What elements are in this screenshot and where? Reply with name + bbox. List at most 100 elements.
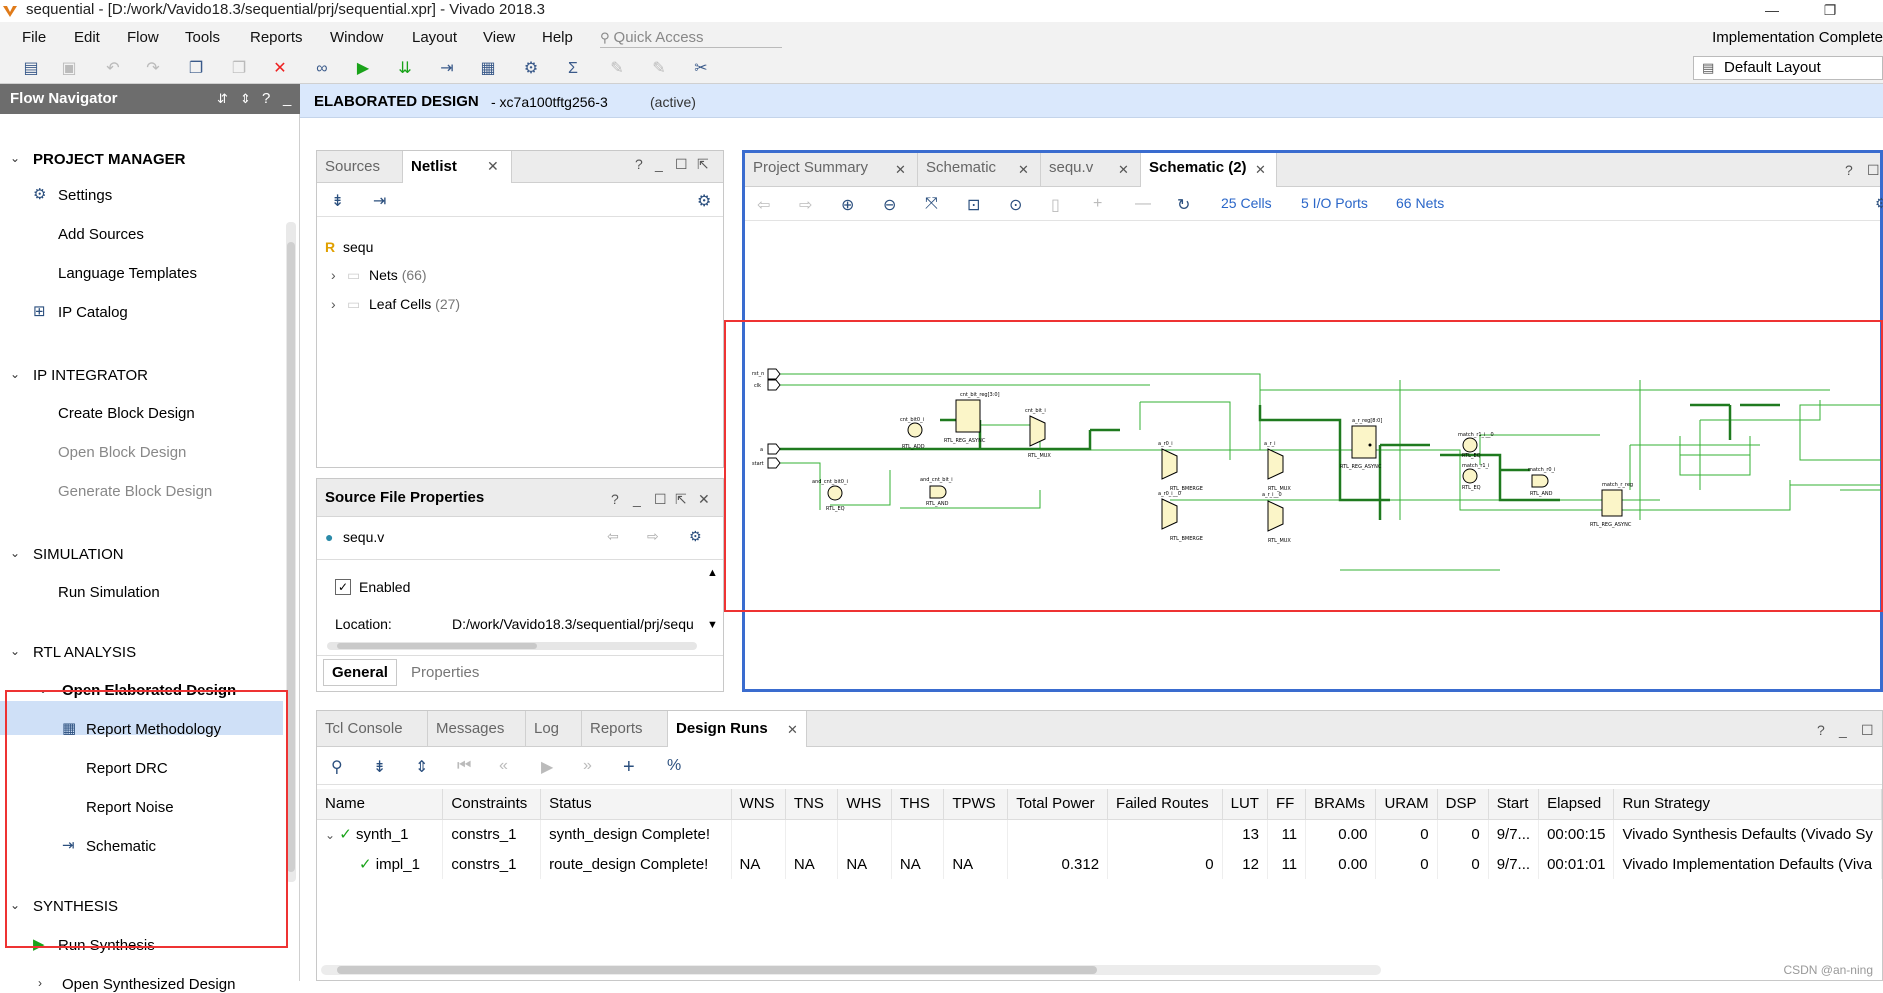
col-elapsed[interactable]: Elapsed — [1539, 789, 1614, 819]
col-tpws[interactable]: TPWS — [944, 789, 1008, 819]
tab-project-summary[interactable]: Project Summary — [745, 153, 917, 187]
run-icon[interactable]: ▶ — [352, 58, 374, 80]
col-brams[interactable]: BRAMs — [1306, 789, 1376, 819]
gear-icon[interactable]: ⚙ — [689, 528, 702, 545]
gear-icon[interactable]: ⚙ — [697, 191, 711, 211]
col-wns[interactable]: WNS — [731, 789, 785, 819]
col-constraints[interactable]: Constraints — [443, 789, 541, 819]
close-icon[interactable]: ✕ — [895, 162, 906, 178]
minimize-panel-icon[interactable]: _ — [283, 84, 291, 114]
help-icon[interactable]: ? — [635, 156, 643, 172]
float-panel-icon[interactable]: ⇱ — [675, 491, 687, 508]
col-name[interactable]: Name — [317, 789, 443, 819]
tab-properties[interactable]: Properties — [411, 664, 479, 681]
tab-general[interactable]: General — [323, 659, 397, 686]
col-status[interactable]: Status — [541, 789, 731, 819]
chevron-right-icon[interactable]: › — [331, 296, 336, 312]
maximize-panel-icon[interactable]: ☐ — [654, 491, 667, 508]
col-start[interactable]: Start — [1488, 789, 1538, 819]
netlist-root[interactable]: sequ — [343, 239, 373, 255]
delete-icon[interactable]: ✕ — [269, 58, 291, 80]
zoom-out-icon[interactable]: ⊖ — [883, 195, 896, 215]
fast-forward-icon[interactable]: » — [583, 757, 592, 775]
help-icon[interactable]: ? — [1845, 162, 1853, 178]
nav-language-templates[interactable]: Language Templates — [58, 265, 197, 282]
nav-generate-block-design[interactable]: Generate Block Design — [58, 483, 212, 500]
zoom-in-icon[interactable]: ⊕ — [841, 195, 854, 215]
nav-open-synthesized-design[interactable]: Open Synthesized Design — [62, 976, 235, 993]
menu-tools[interactable]: Tools — [185, 29, 220, 46]
nav-settings[interactable]: Settings — [58, 187, 112, 204]
chevron-down-icon[interactable]: ⌄ — [10, 151, 20, 165]
nav-ip-catalog[interactable]: IP Catalog — [58, 304, 128, 321]
close-icon[interactable]: ✕ — [487, 158, 499, 175]
chevron-down-icon[interactable]: ⌄ — [10, 546, 20, 560]
play-icon[interactable]: ▶ — [541, 757, 553, 777]
help-icon[interactable]: ? — [611, 491, 619, 507]
menu-flow[interactable]: Flow — [127, 29, 159, 46]
chevron-down-icon[interactable]: ⌄ — [10, 367, 20, 381]
program-device-icon[interactable]: ⇥ — [436, 58, 458, 80]
enabled-checkbox[interactable]: ✓ — [335, 579, 351, 595]
maximize-panel-icon[interactable]: ☐ — [1861, 722, 1874, 739]
settings-icon[interactable]: ⚙ — [520, 58, 542, 80]
col-run-strategy[interactable]: Run Strategy — [1614, 789, 1882, 819]
expand-all-icon[interactable]: ⇕ — [415, 757, 428, 777]
chevron-right-icon[interactable]: › — [38, 976, 42, 990]
menu-view[interactable]: View — [483, 29, 515, 46]
col-ths[interactable]: THS — [891, 789, 943, 819]
menu-help[interactable]: Help — [542, 29, 573, 46]
forward-icon[interactable]: ⇨ — [647, 528, 659, 545]
layout-select[interactable]: ▤ Default Layout — [1693, 56, 1883, 80]
first-icon[interactable]: ⏮ — [457, 757, 471, 775]
paste-icon[interactable]: ❐ — [228, 58, 250, 80]
tab-design-runs[interactable]: Design Runs — [667, 711, 807, 747]
float-panel-icon[interactable]: ⇱ — [697, 156, 709, 173]
refresh-icon[interactable]: ↻ — [1177, 195, 1190, 215]
nav-add-sources[interactable]: Add Sources — [58, 226, 144, 243]
menu-file[interactable]: File — [22, 29, 46, 46]
col-tns[interactable]: TNS — [785, 789, 837, 819]
sigma-icon[interactable]: Σ — [562, 58, 584, 80]
nav-run-simulation[interactable]: Run Simulation — [58, 584, 160, 601]
collapse-icon[interactable]: — — [1135, 195, 1151, 213]
collapse-all-icon[interactable]: ⇵ — [217, 84, 228, 114]
minimize-panel-icon[interactable]: _ — [655, 156, 663, 172]
cells-link[interactable]: 25 Cells — [1221, 195, 1272, 211]
nav-open-block-design[interactable]: Open Block Design — [58, 444, 186, 461]
regenerate-icon[interactable]: ▯ — [1051, 195, 1060, 215]
scroll-up-icon[interactable]: ▲ — [707, 567, 718, 579]
help-icon[interactable]: ? — [262, 84, 270, 114]
restore-button[interactable]: ❐ — [1810, 0, 1850, 22]
col-uram[interactable]: URAM — [1376, 789, 1437, 819]
section-ip-integrator[interactable]: IP INTEGRATOR — [33, 367, 148, 384]
open-project-icon[interactable]: ▤ — [20, 58, 42, 80]
rewind-icon[interactable]: « — [499, 757, 508, 775]
step-icon[interactable]: ⇊ — [394, 58, 416, 80]
copy-icon[interactable]: ❐ — [185, 58, 207, 80]
chevron-down-icon[interactable]: ⌄ — [10, 644, 20, 658]
col-total-power[interactable]: Total Power — [1008, 789, 1108, 819]
minimize-panel-icon[interactable]: _ — [1839, 722, 1847, 738]
save-icon[interactable]: ▣ — [58, 58, 80, 80]
runs-hscroll[interactable] — [321, 965, 1381, 975]
col-whs[interactable]: WHS — [838, 789, 892, 819]
schematic-icon[interactable]: ⇥ — [373, 191, 386, 211]
back-icon[interactable]: ⇦ — [757, 195, 770, 215]
cancel-tool-icon[interactable]: ✂ — [690, 58, 712, 80]
close-icon[interactable]: ✕ — [787, 722, 798, 738]
percent-icon[interactable]: % — [667, 757, 681, 775]
expand-icon[interactable]: + — [1093, 195, 1102, 213]
menu-window[interactable]: Window — [330, 29, 383, 46]
redo-icon[interactable]: ↷ — [142, 58, 164, 80]
tab-log[interactable]: Log — [525, 711, 581, 747]
minimize-button[interactable]: — — [1752, 0, 1792, 22]
chevron-down-icon[interactable]: ⌄ — [325, 828, 335, 842]
tab-sources[interactable]: Sources — [317, 151, 402, 183]
forward-icon[interactable]: ⇨ — [799, 195, 812, 215]
tool-disabled-1-icon[interactable]: ✎ — [606, 58, 628, 80]
menu-edit[interactable]: Edit — [74, 29, 100, 46]
maximize-panel-icon[interactable]: ☐ — [1867, 162, 1880, 179]
quick-access-input[interactable]: ⚲ Quick Access — [600, 28, 782, 48]
section-rtl-analysis[interactable]: RTL ANALYSIS — [33, 644, 136, 661]
